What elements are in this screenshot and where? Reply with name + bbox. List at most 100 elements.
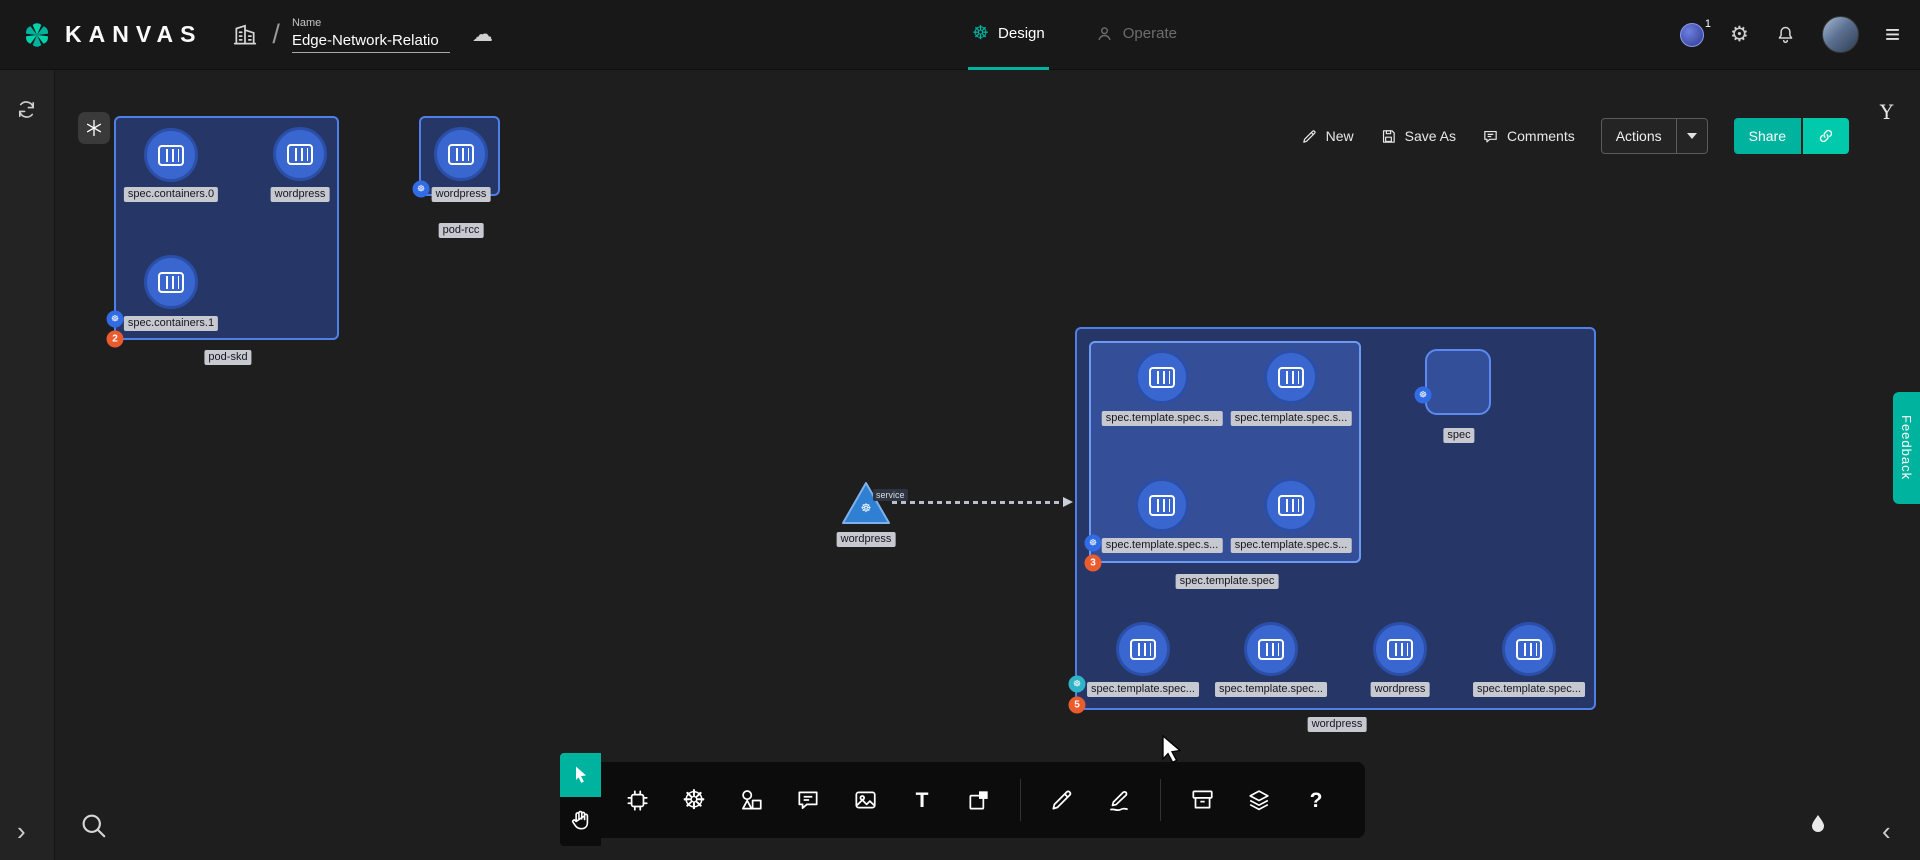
service-edge[interactable] (892, 501, 1068, 504)
pan-tool-button[interactable] (560, 797, 601, 843)
spec-node[interactable] (1425, 349, 1491, 415)
design-name-label: Name (292, 17, 450, 29)
group-pod-skd[interactable]: spec.containers.0 wordpress spec.contain… (114, 116, 339, 340)
node-label: wordpress (432, 187, 491, 202)
kubernetes-badge-icon[interactable]: ☸ (1415, 387, 1432, 404)
layers-tool-button[interactable] (1243, 784, 1275, 816)
pen-tool-button[interactable] (1103, 784, 1135, 816)
container-node[interactable] (434, 127, 488, 181)
cursor-icon (571, 764, 591, 786)
shapes-tool-button[interactable] (735, 784, 767, 816)
kubernetes-badge-icon[interactable]: ☸ (413, 181, 430, 198)
design-canvas[interactable]: › spec.containers.0 wordpress spec.conta… (0, 70, 1920, 860)
tab-operate[interactable]: Operate (1091, 0, 1181, 70)
kubernetes-tool-button[interactable]: ☸ (678, 784, 710, 816)
container-node[interactable] (1135, 350, 1189, 404)
group-wordpress-deployment[interactable]: spec.template.spec.s... spec.template.sp… (1075, 327, 1596, 710)
pencil-tool-button[interactable] (1046, 784, 1078, 816)
cloud-sync-icon[interactable]: ☁ (472, 24, 493, 45)
share-button[interactable]: Share (1734, 118, 1801, 154)
issue-count-badge[interactable]: 3 (1085, 555, 1102, 572)
settings-gear-icon[interactable]: ⚙ (1730, 24, 1749, 45)
container-node[interactable] (1373, 622, 1427, 676)
container-icon (1387, 639, 1413, 660)
ink-drop-icon[interactable] (1806, 812, 1830, 836)
design-name-input[interactable] (292, 30, 450, 53)
hamburger-menu-icon[interactable]: ≡ (1885, 19, 1900, 50)
actions-dropdown-toggle[interactable] (1676, 119, 1707, 153)
container-icon (158, 145, 184, 166)
group-spec-template-spec[interactable]: spec.template.spec.s... spec.template.sp… (1089, 341, 1361, 563)
group-label: pod-skd (204, 350, 251, 365)
component-tool-button[interactable] (621, 784, 653, 816)
notifications-bell-icon[interactable] (1775, 24, 1796, 45)
kanvas-logo-icon (20, 18, 54, 52)
container-icon (1149, 495, 1175, 516)
container-node[interactable] (144, 128, 198, 182)
select-tool-button[interactable] (560, 753, 601, 797)
canvas-toolbar: New Save As Comments Actions Share (1301, 118, 1849, 154)
save-as-button[interactable]: Save As (1380, 128, 1456, 145)
container-node[interactable] (1116, 622, 1170, 676)
new-button[interactable]: New (1301, 128, 1354, 145)
node-label: spec.template.spec... (1473, 682, 1585, 697)
container-icon (1130, 639, 1156, 660)
container-node[interactable] (273, 127, 327, 181)
help-tool-button[interactable]: ? (1300, 784, 1332, 816)
edge-arrowhead-icon (1063, 497, 1073, 507)
media-tool-button[interactable] (849, 784, 881, 816)
node-label: spec.containers.1 (124, 316, 218, 331)
actions-button[interactable]: Actions (1601, 118, 1708, 154)
comment-icon (795, 787, 821, 813)
copy-link-button[interactable] (1803, 118, 1849, 154)
kubernetes-badge-icon[interactable]: ☸ (107, 311, 124, 328)
container-node[interactable] (1135, 478, 1189, 532)
breadcrumb-divider: / (272, 19, 280, 50)
kanvas-logo[interactable]: KANVAS (20, 18, 202, 52)
group-pod-rcc[interactable]: wordpress ☸ pod-rcc (419, 116, 500, 196)
user-avatar[interactable] (1822, 16, 1859, 53)
feedback-tab[interactable]: Feedback (1893, 392, 1920, 504)
share-button-group: Share (1734, 118, 1849, 154)
sync-icon[interactable] (15, 98, 38, 121)
new-label: New (1326, 128, 1354, 144)
shape-rect-tool-button[interactable] (963, 784, 995, 816)
comment-tool-button[interactable] (792, 784, 824, 816)
tab-design[interactable]: ☸ Design (968, 0, 1049, 70)
credits-coin-icon[interactable]: 1 (1680, 23, 1704, 47)
container-icon (1149, 367, 1175, 388)
organization-icon[interactable] (232, 22, 258, 48)
issue-count-badge[interactable]: 5 (1069, 697, 1086, 714)
archive-tool-button[interactable] (1186, 784, 1218, 816)
container-node[interactable] (144, 255, 198, 309)
comments-label: Comments (1507, 128, 1575, 144)
kubernetes-badge-icon[interactable]: ☸ (1069, 676, 1086, 693)
y-panel-toggle-icon[interactable]: Y (1880, 100, 1893, 124)
kubernetes-wheel-icon: ☸ (682, 787, 706, 814)
node-label: wordpress (837, 532, 896, 547)
text-tool-button[interactable]: T (906, 784, 938, 816)
container-node[interactable] (1264, 478, 1318, 532)
collapse-panel-chevron-icon[interactable]: ‹ (1882, 818, 1891, 844)
container-node[interactable] (1264, 350, 1318, 404)
container-icon (158, 272, 184, 293)
container-node[interactable] (1502, 622, 1556, 676)
group-label: spec.template.spec (1176, 574, 1279, 589)
chevron-down-icon (1687, 133, 1697, 139)
container-node[interactable] (1244, 622, 1298, 676)
snowflake-tool-button[interactable] (78, 112, 110, 144)
expand-panel-chevron-icon[interactable]: › (17, 818, 26, 844)
drawer-icon (1189, 787, 1215, 813)
container-icon (287, 144, 313, 165)
rectangle-icon (966, 787, 992, 813)
comments-button[interactable]: Comments (1482, 128, 1575, 145)
node-label: spec.containers.0 (124, 187, 218, 202)
shapes-icon (738, 787, 764, 813)
container-icon (1278, 495, 1304, 516)
zoom-icon[interactable] (78, 810, 108, 840)
issue-count-badge[interactable]: 2 (107, 331, 124, 348)
kubernetes-badge-icon[interactable]: ☸ (1085, 535, 1102, 552)
design-tab-icon: ☸ (972, 24, 989, 43)
mouse-cursor-icon (1161, 735, 1185, 763)
service-node[interactable]: ☸ (840, 480, 892, 526)
